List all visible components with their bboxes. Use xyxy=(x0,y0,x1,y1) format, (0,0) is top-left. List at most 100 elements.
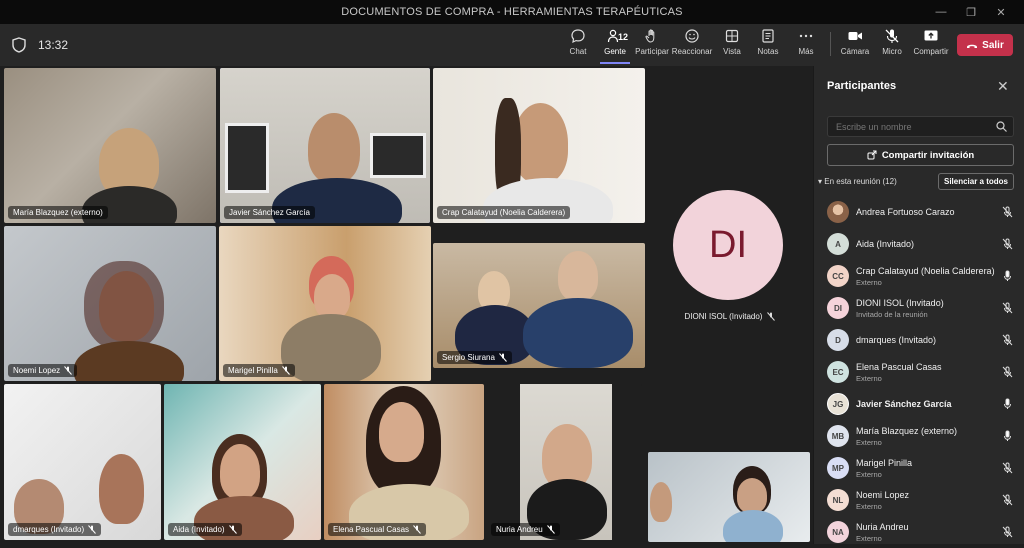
tile-name: Crap Calatayud (Noelia Calderera) xyxy=(442,208,566,217)
mic-off-icon xyxy=(885,29,899,43)
participant-role: Externo xyxy=(856,278,882,287)
mic-icon[interactable] xyxy=(1002,430,1013,442)
participant-row[interactable]: MB María Blazquez (externo) Externo xyxy=(814,420,1024,452)
mute-all-button[interactable]: Silenciar a todos xyxy=(938,173,1014,190)
participant-hand xyxy=(99,454,144,524)
mic-button[interactable]: Micro xyxy=(879,28,905,62)
video-tile[interactable]: Marigel Pinilla xyxy=(219,226,431,381)
avatar: NL xyxy=(827,489,849,511)
participant-row[interactable]: MP Marigel Pinilla Externo xyxy=(814,452,1024,484)
meeting-timer: 13:32 xyxy=(38,38,69,52)
share-invitation-button[interactable]: Compartir invitación xyxy=(827,144,1014,166)
tile-name-label: Crap Calatayud (Noelia Calderera) xyxy=(437,206,571,219)
participant-row[interactable]: NA Nuria Andreu Externo xyxy=(814,516,1024,548)
tile-name-label: Javier Sánchez García xyxy=(224,206,315,219)
mic-off-icon[interactable] xyxy=(1002,366,1013,378)
raise-hand-label: Participar xyxy=(635,47,669,56)
avatar-initials-circle: DI xyxy=(673,190,783,300)
participant-row[interactable]: EC Elena Pascual Casas Externo xyxy=(814,356,1024,388)
participant-row[interactable]: CC Crap Calatayud (Noelia Calderera) Exter… xyxy=(814,260,1024,292)
participant-body xyxy=(523,298,633,368)
panel-close-button[interactable]: ✕ xyxy=(997,78,1009,95)
close-icon: ✕ xyxy=(996,6,1006,19)
participant-row[interactable]: JG Javier Sánchez García xyxy=(814,388,1024,420)
self-view-tile[interactable] xyxy=(648,452,810,542)
notes-button[interactable]: Notas xyxy=(756,28,780,62)
participant-name: dmarques (Invitado) xyxy=(856,335,937,345)
participant-name: Elena Pascual Casas xyxy=(856,362,942,372)
participant-row[interactable]: NL Noemi Lopez Externo xyxy=(814,484,1024,516)
video-tile[interactable]: Sergio Siurana xyxy=(433,243,645,368)
tile-name: Javier Sánchez García xyxy=(229,208,310,217)
participant-name: DIONI ISOL (Invitado) xyxy=(856,298,944,308)
search-icon xyxy=(996,121,1007,132)
chat-icon xyxy=(571,29,585,44)
mic-off-icon[interactable] xyxy=(1002,302,1013,314)
share-invitation-label: Compartir invitación xyxy=(881,149,975,161)
window-close-button[interactable]: ✕ xyxy=(986,0,1016,24)
people-tab-indicator xyxy=(600,62,630,64)
participant-name: María Blazquez (externo) xyxy=(856,426,958,436)
mic-off-icon[interactable] xyxy=(1002,526,1013,538)
react-button[interactable]: Reaccionar xyxy=(672,28,712,62)
mic-off-icon[interactable] xyxy=(1002,206,1013,218)
share-button[interactable]: Compartir xyxy=(913,28,949,62)
avatar-tile-label: DIONI ISOL (Invitado) xyxy=(650,312,810,321)
mic-off-icon[interactable] xyxy=(1002,334,1013,346)
avatar: JG xyxy=(827,393,849,415)
tile-name: Aida (Invitado) xyxy=(173,525,225,534)
mic-off-icon xyxy=(546,525,555,534)
window-title: DOCUMENTOS DE COMPRA - HERRAMIENTAS TERA… xyxy=(341,6,683,18)
video-tile[interactable]: dmarques (Invitado) xyxy=(4,384,161,540)
video-tile[interactable]: María Blazquez (externo) xyxy=(4,68,216,223)
minimize-icon: — xyxy=(935,6,947,18)
mic-off-icon[interactable] xyxy=(1002,494,1013,506)
participant-silhouette xyxy=(650,482,672,522)
video-tile[interactable]: Aida (Invitado) xyxy=(164,384,321,540)
video-tile[interactable]: Crap Calatayud (Noelia Calderera) xyxy=(433,68,645,223)
participant-search-input[interactable] xyxy=(827,116,1014,137)
avatar: D xyxy=(827,329,849,351)
participant-row[interactable]: Ddmarques (Invitado) xyxy=(814,324,1024,356)
mic-off-icon[interactable] xyxy=(1002,462,1013,474)
tile-name: Nuria Andreu xyxy=(496,525,543,534)
video-tile-active-speaker[interactable]: Javier Sánchez García xyxy=(220,68,430,223)
minimize-button[interactable]: — xyxy=(926,0,956,24)
more-button[interactable]: Más xyxy=(795,28,817,62)
wall-picture xyxy=(225,123,269,193)
leave-label: Salir xyxy=(982,39,1004,51)
video-tile[interactable]: Nuria Andreu xyxy=(487,384,642,540)
panel-title: Participantes xyxy=(827,80,897,92)
view-label: Vista xyxy=(723,47,741,56)
chat-button[interactable]: Chat xyxy=(566,28,590,62)
participant-name: Nuria Andreu xyxy=(856,522,909,532)
mic-icon[interactable] xyxy=(1002,398,1013,410)
video-tile[interactable]: Elena Pascual Casas xyxy=(324,384,484,540)
participant-silhouette xyxy=(558,251,598,301)
participant-row[interactable]: Andrea Fortuoso Carazo xyxy=(814,196,1024,228)
mic-off-icon xyxy=(228,525,237,534)
avatar xyxy=(827,201,849,223)
avatar: EC xyxy=(827,361,849,383)
hand-icon xyxy=(645,29,655,43)
participant-row[interactable]: DI DIONI ISOL (Invitado) Invitado de la re… xyxy=(814,292,1024,324)
participant-role: Externo xyxy=(856,374,882,383)
view-button[interactable]: Vista xyxy=(720,28,744,62)
in-meeting-section-toggle[interactable]: ▾ En esta reunión (12) xyxy=(818,177,897,186)
mute-all-label: Silenciar a todos xyxy=(943,177,1009,186)
camera-button[interactable]: Cámara xyxy=(840,28,870,62)
maximize-button[interactable]: ❐ xyxy=(956,0,986,24)
participant-row[interactable]: A Aida (Invitado) xyxy=(814,228,1024,260)
mic-icon[interactable] xyxy=(1002,270,1013,282)
tile-name: María Blazquez (externo) xyxy=(13,208,103,217)
avatar-tile[interactable]: DI DIONI ISOL (Invitado) xyxy=(650,166,810,331)
mic-off-icon[interactable] xyxy=(1002,238,1013,250)
participant-role: Externo xyxy=(856,534,882,543)
video-tile[interactable]: Noemi Lopez xyxy=(4,226,216,381)
avatar: A xyxy=(827,233,849,255)
leave-button[interactable]: Salir xyxy=(957,34,1013,56)
mic-label: Micro xyxy=(882,47,902,56)
smiley-icon xyxy=(685,29,699,43)
participant-role: Externo xyxy=(856,502,882,511)
raise-hand-button[interactable]: Participar xyxy=(635,28,669,62)
